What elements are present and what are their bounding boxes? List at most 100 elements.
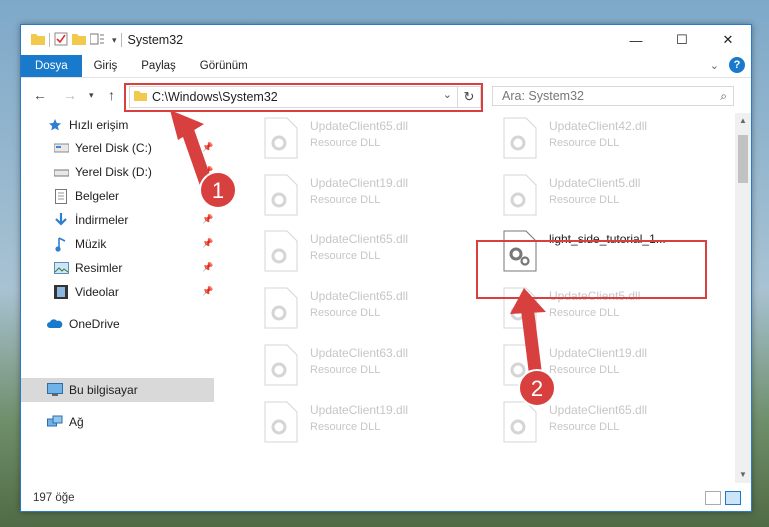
nav-item-local-disk-d[interactable]: Yerel Disk (D:) [53,160,214,184]
nav-item-label: Bu bilgisayar [69,383,138,397]
minimize-icon: — [629,32,643,48]
file-type: Resource DLL [310,364,381,376]
close-icon: ✕ [722,32,734,47]
tab-gorunum[interactable]: Görünüm [188,55,260,77]
recent-locations-icon[interactable]: ▾ [89,90,94,101]
nav-item-videos[interactable]: Videolar [53,280,214,304]
details-view-button[interactable] [705,491,721,505]
file-item[interactable]: UpdateClient5.dll Resource DLL [503,170,713,222]
toolbar-divider [120,33,122,47]
expand-ribbon-icon[interactable]: ⌄ [710,59,719,72]
close-button[interactable]: ✕ [705,25,751,55]
nav-item-label: Yerel Disk (D:) [75,165,152,179]
nav-item-documents[interactable]: Belgeler [53,184,214,208]
scroll-down-icon[interactable]: ▼ [735,467,751,483]
pin-icon[interactable]: 📌 [202,190,213,201]
file-type: Resource DLL [310,250,381,262]
dll-file-icon [264,287,298,329]
nav-item-label: İndirmeler [75,213,129,227]
file-item[interactable]: UpdateClient42.dll Resource DLL [503,113,713,165]
nav-item-label: Ağ [69,415,84,429]
window-title: System32 [127,33,184,47]
file-highlight-box [476,240,707,299]
dll-file-icon [264,174,298,216]
vertical-scrollbar[interactable]: ▲ ▼ [735,113,751,483]
navigation-pane: Hızlı erişim Yerel Disk (C:) Yerel Disk … [21,113,214,483]
back-arrow-icon[interactable]: ← [33,87,47,103]
scroll-up-icon[interactable]: ▲ [735,113,751,129]
videos-icon [53,284,69,300]
new-folder-icon[interactable] [72,33,86,48]
file-name: UpdateClient5.dll [549,176,641,190]
dll-file-icon [264,344,298,386]
address-highlight-box [124,83,483,112]
nav-item-label: Videolar [75,285,119,299]
file-name: UpdateClient63.dll [310,346,409,360]
file-name: UpdateClient65.dll [310,289,409,303]
forward-arrow-icon[interactable]: → [63,87,77,103]
file-item[interactable]: UpdateClient65.dll Resource DLL [503,397,713,449]
minimize-button[interactable]: — [613,25,659,55]
tab-giris[interactable]: Giriş [82,55,130,77]
search-input[interactable]: Ara: System32 ⌕ [492,86,734,106]
file-item[interactable]: UpdateClient19.dll Resource DLL [503,340,713,392]
status-bar: 197 öğe [21,485,751,511]
nav-item-label: Belgeler [75,189,120,203]
nav-item-this-pc[interactable]: Bu bilgisayar [21,378,214,402]
file-type: Resource DLL [310,421,381,433]
chevron-down-icon[interactable]: ▾ [112,35,117,46]
file-type: Resource DLL [549,421,620,433]
file-name: UpdateClient19.dll [310,176,409,190]
quick-access-toolbar: ▾ [31,32,122,49]
file-name: UpdateClient19.dll [549,346,648,360]
drive-icon [53,164,69,180]
music-icon [53,236,69,252]
help-button[interactable]: ? [729,57,745,73]
pin-icon[interactable]: 📌 [202,214,213,225]
file-item[interactable]: UpdateClient65.dll Resource DLL [264,113,474,165]
customize-icon[interactable] [89,33,108,48]
nav-item-label: Yerel Disk (C:) [75,141,152,155]
file-item[interactable]: UpdateClient19.dll Resource DLL [264,397,474,449]
pin-icon[interactable]: 📌 [202,286,213,297]
nav-item-label: Hızlı erişim [69,118,129,132]
toolbar-divider [49,33,50,47]
tab-dosya[interactable]: Dosya [21,55,82,77]
file-item[interactable]: UpdateClient19.dll Resource DLL [264,170,474,222]
tab-paylas[interactable]: Paylaş [129,55,188,77]
window-controls: — ☐ ✕ [613,25,751,55]
file-name: UpdateClient19.dll [310,403,409,417]
pin-icon[interactable]: 📌 [202,142,213,153]
dll-file-icon [503,344,537,386]
cloud-icon [47,316,63,332]
nav-item-onedrive[interactable]: OneDrive [47,312,214,336]
documents-icon [53,188,69,204]
nav-item-pictures[interactable]: Resimler [53,256,214,280]
pin-icon[interactable]: 📌 [202,262,213,273]
up-arrow-icon[interactable]: ↑ [108,87,115,103]
nav-item-network[interactable]: Ağ [47,410,214,434]
nav-item-quick-access[interactable]: Hızlı erişim [47,113,214,137]
pin-icon[interactable]: 📌 [202,166,213,177]
nav-item-label: Resimler [75,261,123,275]
title-bar: ▾ System32 — ☐ ✕ [21,25,751,55]
file-type: Resource DLL [310,137,381,149]
properties-icon[interactable] [54,32,68,49]
file-item[interactable]: UpdateClient63.dll Resource DLL [264,340,474,392]
nav-item-music[interactable]: Müzik [53,232,214,256]
nav-item-label: OneDrive [69,317,120,331]
file-item[interactable]: UpdateClient65.dll Resource DLL [264,283,474,335]
dll-file-icon [503,117,537,159]
maximize-button[interactable]: ☐ [659,25,705,55]
nav-item-downloads[interactable]: İndirmeler [53,208,214,232]
large-icons-view-button[interactable] [725,491,741,505]
scrollbar-thumb[interactable] [738,135,748,183]
dll-file-icon [264,401,298,443]
computer-icon [47,382,63,398]
folder-icon[interactable] [31,33,45,48]
pin-icon[interactable]: 📌 [202,238,213,249]
file-item[interactable]: UpdateClient65.dll Resource DLL [264,226,474,278]
file-name: UpdateClient65.dll [310,232,409,246]
nav-item-local-disk-c[interactable]: Yerel Disk (C:) [53,136,214,160]
network-icon [47,414,63,430]
